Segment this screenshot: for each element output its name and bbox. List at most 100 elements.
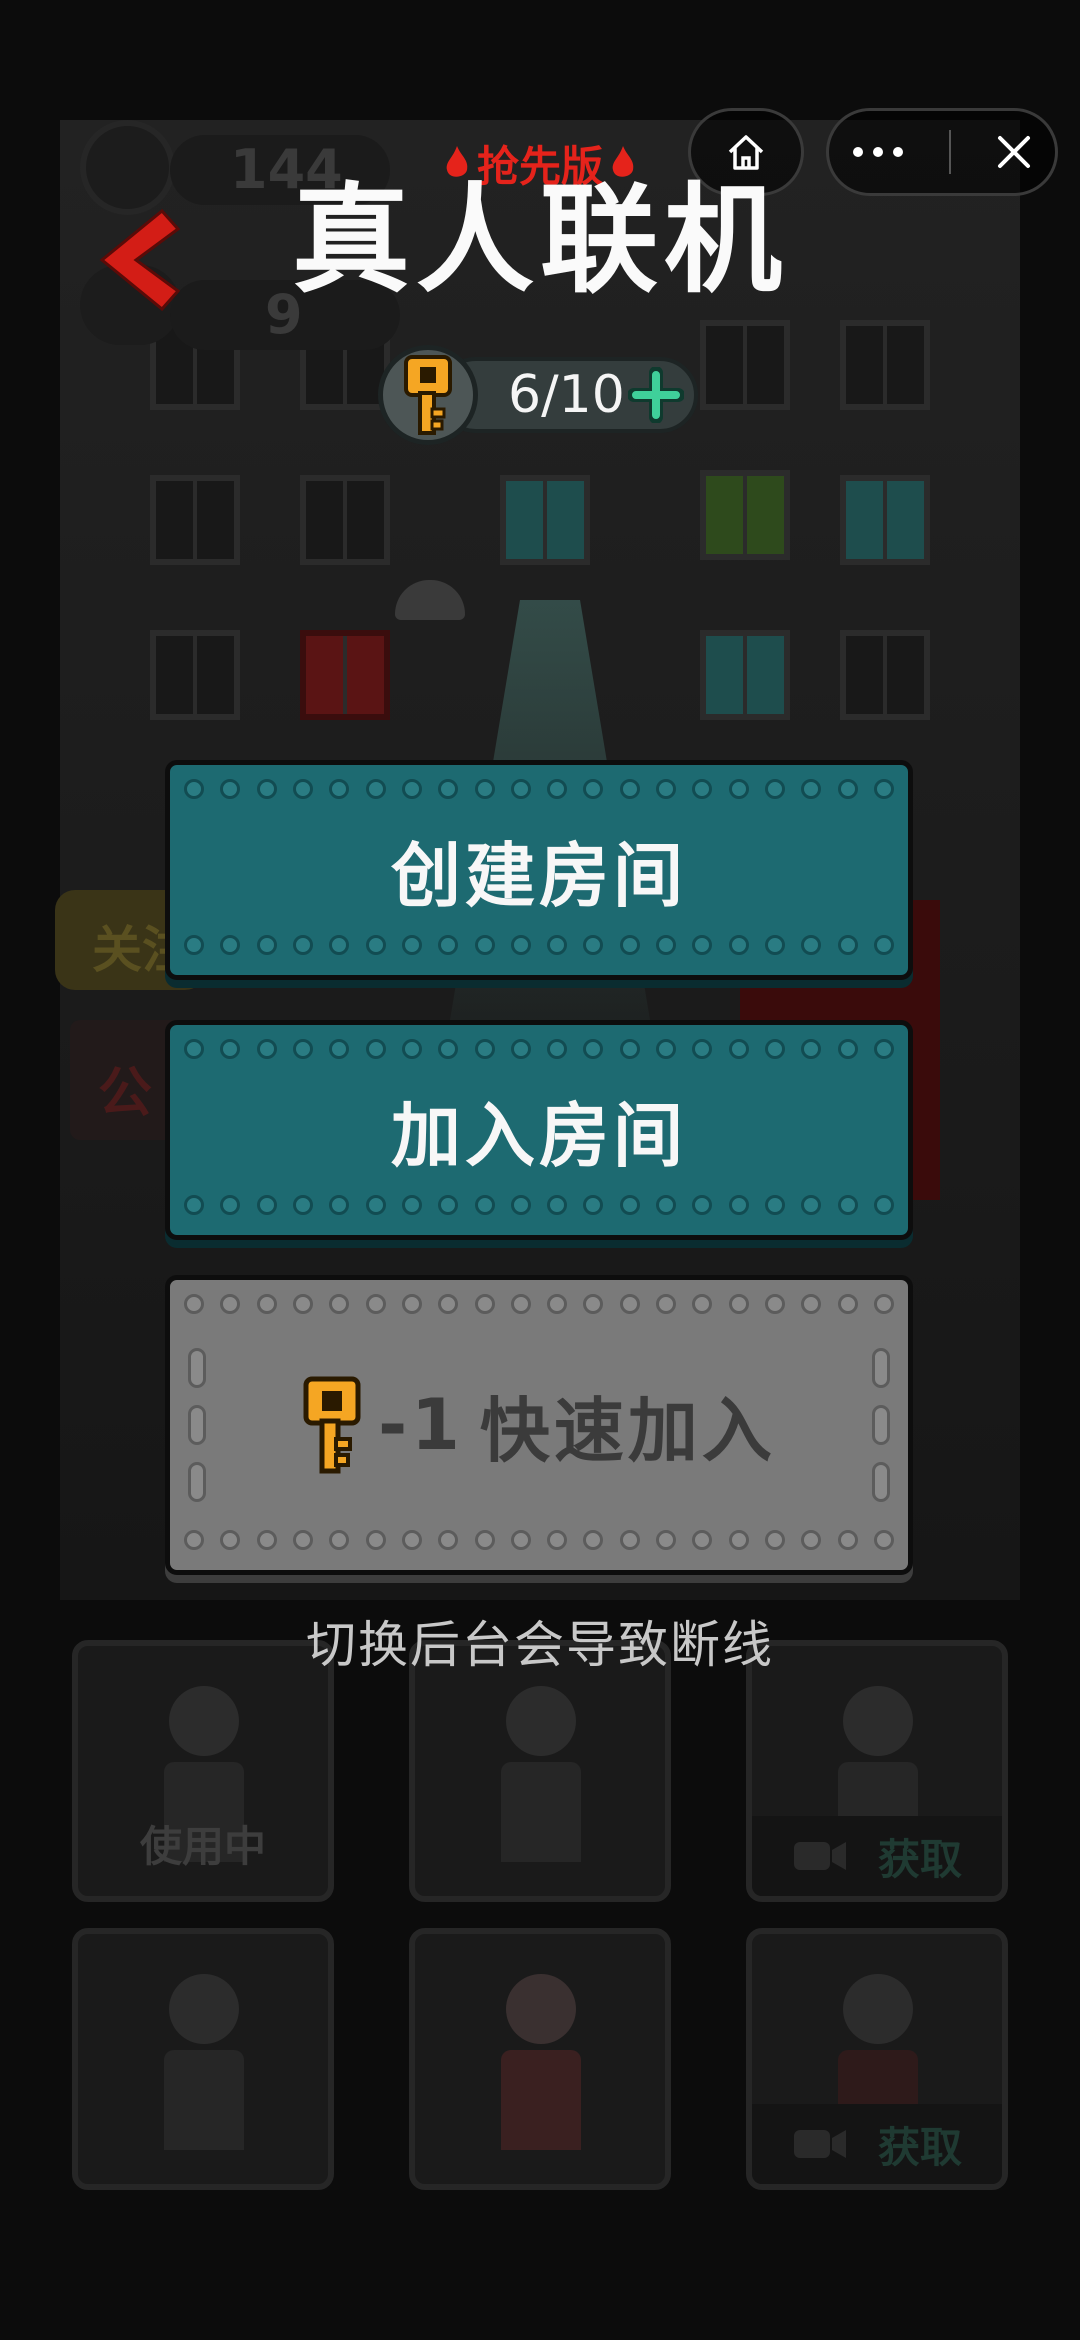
rivet [765, 1530, 785, 1550]
window [150, 475, 240, 565]
plus-icon[interactable] [628, 367, 684, 423]
rivet [220, 1294, 241, 1314]
rivet [510, 935, 531, 955]
rivet [256, 935, 277, 955]
rivet [365, 1039, 386, 1059]
rivet [438, 1294, 459, 1314]
rivet [692, 1195, 713, 1215]
rivet [401, 1195, 422, 1215]
key-counter: 6/10 [378, 345, 700, 445]
rivet [220, 779, 241, 799]
rivet [583, 1195, 604, 1215]
rivet [656, 1530, 677, 1550]
button-rivets [868, 1340, 894, 1510]
window [700, 320, 790, 410]
rivet [365, 1294, 386, 1314]
rivet [583, 1039, 604, 1059]
capsule-divider [948, 130, 951, 174]
rivet [510, 779, 531, 799]
rivet [801, 1195, 822, 1215]
rivet [401, 1294, 422, 1314]
quick-join-button[interactable]: -1 快速加入 [165, 1275, 913, 1575]
rivet [365, 779, 386, 799]
rivet [656, 935, 677, 955]
rivet [292, 779, 313, 799]
rivet [474, 935, 495, 955]
key-count: 6/10 [508, 365, 625, 425]
button-rivets [184, 1340, 210, 1510]
rivet [365, 1530, 386, 1550]
rivet [365, 935, 386, 955]
rivet [728, 1039, 749, 1059]
rivet [692, 935, 713, 955]
rivet [837, 1039, 858, 1059]
rivet [728, 1530, 749, 1550]
rivet [220, 1195, 241, 1215]
rivet [474, 1195, 495, 1215]
video-camera-icon [793, 1842, 846, 1870]
character-card: 获取 [746, 1640, 1008, 1902]
window [150, 630, 240, 720]
create-room-label: 创建房间 [391, 834, 687, 917]
rivet [801, 779, 822, 799]
rivet [547, 935, 568, 955]
rivet [510, 1530, 531, 1550]
button-rivets [184, 1039, 894, 1065]
rivet [801, 1530, 822, 1550]
rivet [184, 1195, 204, 1215]
rivet [329, 1294, 350, 1314]
rivet [547, 1039, 568, 1059]
rivet [510, 1294, 531, 1314]
rivet [765, 779, 785, 799]
rivet [619, 1039, 640, 1059]
character-figure [164, 1974, 244, 2154]
rivet [474, 779, 495, 799]
join-room-button[interactable]: 加入房间 [165, 1020, 913, 1240]
window [700, 470, 790, 560]
character-get-label: 获取 [877, 2122, 962, 2172]
rivet [329, 935, 350, 955]
rivet [547, 1195, 568, 1215]
rivet [801, 935, 822, 955]
rivet [619, 935, 640, 955]
rivet [256, 1195, 277, 1215]
rivet [547, 779, 568, 799]
character-get-label: 获取 [877, 1834, 962, 1884]
rivet [256, 1039, 277, 1059]
button-rivets [184, 1530, 894, 1556]
rivet [728, 1195, 749, 1215]
rivet [619, 1530, 640, 1550]
rivet [656, 1294, 677, 1314]
rivet [474, 1294, 495, 1314]
character-figure [501, 1686, 581, 1866]
rivet [547, 1530, 568, 1550]
rivet [474, 1530, 495, 1550]
rivet [873, 1039, 894, 1059]
key-counter-icon-circle [378, 345, 478, 445]
rivet [365, 1195, 386, 1215]
create-room-button[interactable]: 创建房间 [165, 760, 913, 980]
button-rivets [184, 1294, 894, 1320]
rivet [837, 779, 858, 799]
rivet [401, 935, 422, 955]
rivet [184, 1530, 204, 1550]
window [300, 630, 390, 720]
character-card: 获取 [746, 1928, 1008, 2190]
rivet [801, 1039, 822, 1059]
key-icon [303, 1376, 361, 1474]
character-card [409, 1640, 671, 1902]
rivet [692, 1530, 713, 1550]
rivet [292, 1195, 313, 1215]
character-status: 使用中 [139, 1822, 266, 1871]
more-icon[interactable] [850, 145, 906, 159]
rivet [692, 1294, 713, 1314]
rivet [329, 1195, 350, 1215]
rivet [873, 1530, 894, 1550]
rivet [837, 935, 858, 955]
button-rivets [184, 935, 894, 961]
rivet [656, 1195, 677, 1215]
rivet [438, 1530, 459, 1550]
close-icon[interactable] [994, 132, 1034, 172]
rivet [619, 779, 640, 799]
rivet [656, 779, 677, 799]
